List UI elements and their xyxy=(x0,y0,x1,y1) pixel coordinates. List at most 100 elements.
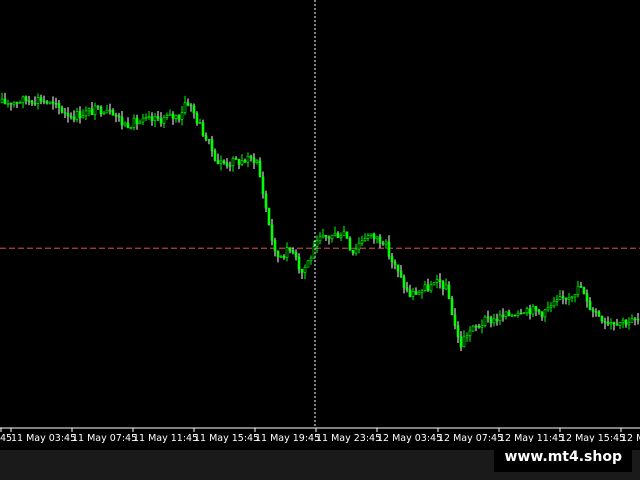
candle-body xyxy=(171,113,175,119)
candle-body xyxy=(483,316,487,326)
candle-body xyxy=(78,111,82,119)
candle-body xyxy=(336,232,340,238)
candle-body xyxy=(180,112,184,120)
x-tick-label: 11 May 15:45 xyxy=(194,433,259,444)
candle-body xyxy=(630,318,634,323)
candle-body xyxy=(570,296,574,299)
candle-body xyxy=(441,281,445,290)
candle-body xyxy=(231,158,235,166)
candle-body xyxy=(546,306,550,311)
candle-body xyxy=(627,321,631,325)
candle-body xyxy=(429,284,433,291)
candle-body xyxy=(471,325,475,332)
candle-body xyxy=(357,242,361,250)
candle-body xyxy=(132,117,136,128)
candle-body xyxy=(411,291,415,297)
x-tick-label: 12 May 03:45 xyxy=(377,433,442,444)
candle-body xyxy=(555,299,559,302)
chart-window[interactable]: 45 11 May 03:45 11 May 07:45 11 May 11:45 11… xyxy=(0,0,640,480)
candle-body xyxy=(420,290,424,293)
candle-body xyxy=(372,233,376,240)
candle-body xyxy=(363,238,367,241)
candle-body xyxy=(123,122,127,126)
candle-body xyxy=(615,323,619,326)
candle-body xyxy=(384,241,388,245)
candle-body xyxy=(219,160,223,164)
candle-body xyxy=(405,287,409,291)
candle-body xyxy=(558,296,562,300)
candle-body xyxy=(9,102,13,105)
candle-body xyxy=(504,311,508,317)
candle-body xyxy=(480,325,484,328)
candle-body xyxy=(468,330,472,336)
price-chart[interactable]: 4511 May 03:4511 May 07:4511 May 11:4511… xyxy=(0,0,640,480)
candle-body xyxy=(252,157,256,164)
candle-body xyxy=(285,247,289,258)
candle-body xyxy=(6,102,10,105)
candle-body xyxy=(393,261,397,266)
candle-body xyxy=(102,112,106,115)
candle-body xyxy=(189,104,193,107)
candle-body xyxy=(402,276,406,288)
candle-body xyxy=(84,110,88,117)
candle-body xyxy=(516,312,520,316)
candle-body xyxy=(162,117,166,124)
candle-body xyxy=(93,105,97,115)
candle-body xyxy=(597,311,601,317)
candle-body xyxy=(174,114,178,119)
candle-body xyxy=(66,112,70,117)
candle-body xyxy=(135,117,139,125)
candle-body xyxy=(3,98,7,104)
candle-body xyxy=(351,249,355,254)
candle-body xyxy=(153,116,157,121)
candle-body xyxy=(459,336,463,348)
candle-body xyxy=(492,318,496,324)
candle-body xyxy=(105,109,109,114)
candle-body xyxy=(297,256,301,270)
candle-body xyxy=(126,122,130,129)
candle-body xyxy=(138,121,142,125)
candle-body xyxy=(27,100,31,103)
x-tick-label: 11 May 03:45 xyxy=(11,433,76,444)
candle-body xyxy=(147,116,151,118)
candle-body xyxy=(567,296,571,300)
candle-body xyxy=(564,297,568,300)
candle-body xyxy=(510,314,514,317)
candle-body xyxy=(201,122,205,136)
candle-body xyxy=(315,240,319,247)
candle-body xyxy=(606,322,610,325)
candle-body xyxy=(291,250,295,253)
candle-body xyxy=(501,314,505,317)
candle-body xyxy=(63,112,67,114)
watermark-label: www.mt4.shop xyxy=(494,442,632,472)
candle-body xyxy=(579,285,583,288)
candle-body xyxy=(141,117,145,123)
candle-body xyxy=(255,160,259,164)
candle-body xyxy=(111,110,115,116)
candle-body xyxy=(54,103,58,105)
candle-body xyxy=(207,139,211,141)
candle-body xyxy=(507,311,511,317)
candle-body xyxy=(375,236,379,240)
candle-body xyxy=(42,100,46,103)
x-tick-label: 11 May 07:45 xyxy=(72,433,137,444)
candle-body xyxy=(210,139,214,152)
candle-body xyxy=(414,291,418,295)
candle-body xyxy=(96,105,100,108)
candle-body xyxy=(321,234,325,238)
candle-body xyxy=(195,112,199,124)
candle-body xyxy=(426,284,430,291)
candle-body xyxy=(51,101,55,104)
candle-body xyxy=(432,282,436,286)
candle-body xyxy=(339,235,343,238)
candle-body xyxy=(264,193,268,209)
candle-body xyxy=(609,322,613,325)
candle-body xyxy=(108,109,112,112)
candle-body xyxy=(366,235,370,239)
candle-body xyxy=(318,236,322,242)
candle-body xyxy=(240,160,244,165)
candle-body xyxy=(522,312,526,315)
x-tick-label: 11 May 23:45 xyxy=(316,433,381,444)
candle-body xyxy=(258,160,262,178)
candle-body xyxy=(225,162,229,166)
